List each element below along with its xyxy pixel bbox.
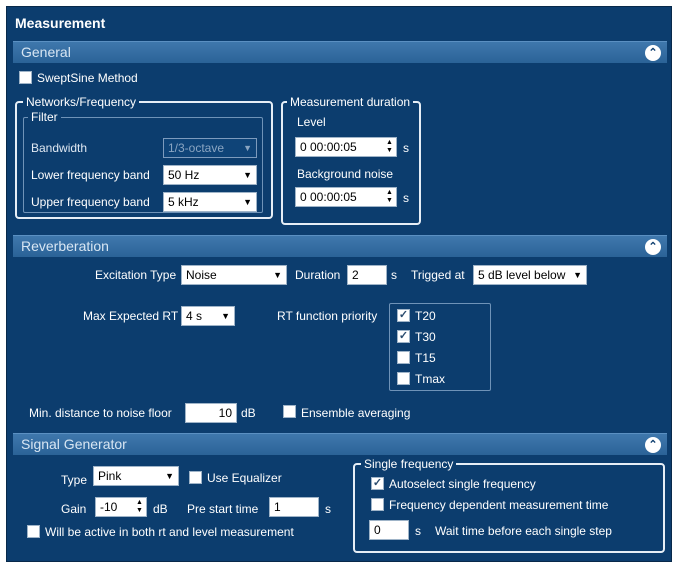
pre-start-time-input[interactable]: 1 bbox=[269, 497, 319, 517]
rt-tmax-checkbox[interactable] bbox=[397, 372, 410, 385]
max-expected-rt-value: 4 s bbox=[186, 309, 203, 323]
level-duration-stepper[interactable]: 0 00:00:05 ▲ ▼ bbox=[295, 137, 397, 157]
wait-time-input[interactable]: 0 bbox=[369, 520, 409, 540]
signal-type-value: Pink bbox=[98, 469, 122, 483]
section-header-general[interactable]: General ⌃ bbox=[13, 41, 667, 63]
excitation-type-value: Noise bbox=[186, 268, 217, 282]
frequency-dependent-time-label: Frequency dependent measurement time bbox=[389, 498, 609, 512]
active-both-checkbox[interactable] bbox=[27, 525, 40, 538]
gain-stepper[interactable]: -10 ▲ ▼ bbox=[95, 497, 147, 517]
rt-function-priority-label: RT function priority bbox=[277, 309, 378, 323]
gain-unit: dB bbox=[153, 502, 168, 516]
section-title-signal-generator: Signal Generator bbox=[21, 436, 127, 452]
upper-frequency-select[interactable]: 5 kHz ▼ bbox=[163, 192, 257, 212]
section-title-reverberation: Reverberation bbox=[21, 238, 109, 254]
trigged-at-select[interactable]: 5 dB level below ▼ bbox=[473, 265, 587, 285]
excitation-type-dropdown-icon[interactable]: ▼ bbox=[273, 266, 282, 284]
use-equalizer-checkbox[interactable] bbox=[189, 471, 202, 484]
pre-start-time-unit: s bbox=[325, 502, 331, 516]
max-expected-rt-select[interactable]: 4 s ▼ bbox=[181, 306, 235, 326]
trigged-at-dropdown-icon[interactable]: ▼ bbox=[573, 266, 582, 284]
level-label: Level bbox=[297, 115, 326, 129]
rt-t15-checkbox[interactable] bbox=[397, 351, 410, 364]
sweptsine-label: SweptSine Method bbox=[37, 71, 138, 85]
active-both-label: Will be active in both rt and level meas… bbox=[45, 525, 294, 539]
bandwidth-dropdown-icon: ▼ bbox=[243, 143, 252, 153]
wait-time-label: Wait time before each single step bbox=[435, 524, 612, 538]
section-header-reverberation[interactable]: Reverberation ⌃ bbox=[13, 235, 667, 257]
gain-label: Gain bbox=[61, 502, 87, 516]
single-frequency-legend: Single frequency bbox=[361, 457, 457, 471]
background-noise-stepper[interactable]: 0 00:00:05 ▲ ▼ bbox=[295, 187, 397, 207]
section-title-general: General bbox=[21, 44, 71, 60]
rt-t15-label: T15 bbox=[415, 351, 436, 365]
networks-frequency-legend: Networks/Frequency bbox=[23, 95, 140, 109]
trigged-at-value: 5 dB level below bbox=[478, 268, 566, 282]
duration-label: Duration bbox=[295, 268, 341, 282]
pre-start-time-label: Pre start time bbox=[187, 502, 259, 516]
filter-legend: Filter bbox=[28, 110, 61, 124]
level-duration-value: 0 00:00:05 bbox=[300, 140, 357, 154]
spin-updown-icon[interactable]: ▲ ▼ bbox=[385, 139, 394, 155]
bandwidth-value: 1/3-octave bbox=[168, 141, 225, 155]
lower-frequency-dropdown-icon[interactable]: ▼ bbox=[243, 166, 252, 184]
upper-frequency-dropdown-icon[interactable]: ▼ bbox=[243, 193, 252, 211]
measurement-duration-legend: Measurement duration bbox=[287, 95, 414, 109]
wait-time-unit: s bbox=[415, 524, 421, 538]
ensemble-averaging-checkbox[interactable] bbox=[283, 405, 296, 418]
lower-frequency-label: Lower frequency band bbox=[31, 168, 150, 182]
background-noise-label: Background noise bbox=[297, 167, 394, 181]
type-label: Type bbox=[61, 473, 88, 487]
use-equalizer-label: Use Equalizer bbox=[207, 471, 282, 485]
rt-t20-label: T20 bbox=[415, 309, 436, 323]
rt-t20-checkbox[interactable]: ✓ bbox=[397, 309, 410, 322]
bandwidth-label: Bandwidth bbox=[31, 141, 88, 155]
rt-t30-label: T30 bbox=[415, 330, 436, 344]
background-noise-value: 0 00:00:05 bbox=[300, 190, 357, 204]
collapse-reverberation-icon[interactable]: ⌃ bbox=[645, 239, 661, 255]
measurement-panel: Measurement General ⌃ SweptSine Method N… bbox=[6, 6, 672, 562]
ensemble-averaging-label: Ensemble averaging bbox=[301, 406, 411, 420]
min-distance-label: Min. distance to noise floor bbox=[29, 406, 172, 420]
frequency-dependent-time-checkbox[interactable] bbox=[371, 498, 384, 511]
rt-tmax-label: Tmax bbox=[415, 372, 445, 386]
panel-title: Measurement bbox=[15, 15, 106, 31]
max-expected-rt-label: Max Expected RT bbox=[83, 309, 179, 323]
upper-frequency-value: 5 kHz bbox=[168, 195, 199, 209]
min-distance-input[interactable]: 10 bbox=[185, 403, 237, 423]
collapse-signal-generator-icon[interactable]: ⌃ bbox=[645, 437, 661, 453]
signal-type-select[interactable]: Pink ▼ bbox=[93, 466, 179, 486]
upper-frequency-label: Upper frequency band bbox=[31, 195, 150, 209]
autoselect-single-frequency-label: Autoselect single frequency bbox=[389, 477, 536, 491]
autoselect-single-frequency-checkbox[interactable]: ✓ bbox=[371, 477, 384, 490]
excitation-type-label: Excitation Type bbox=[95, 268, 177, 282]
signal-type-dropdown-icon[interactable]: ▼ bbox=[165, 467, 174, 485]
duration-input[interactable]: 2 bbox=[347, 265, 387, 285]
spin-updown-icon[interactable]: ▲ ▼ bbox=[135, 499, 144, 515]
bandwidth-select: 1/3-octave ▼ bbox=[163, 138, 257, 158]
background-noise-unit: s bbox=[403, 191, 409, 205]
min-distance-unit: dB bbox=[241, 406, 256, 420]
collapse-general-icon[interactable]: ⌃ bbox=[645, 45, 661, 61]
lower-frequency-value: 50 Hz bbox=[168, 168, 200, 182]
spin-updown-icon[interactable]: ▲ ▼ bbox=[385, 189, 394, 205]
rt-t30-checkbox[interactable]: ✓ bbox=[397, 330, 410, 343]
gain-value: -10 bbox=[100, 500, 118, 514]
max-expected-rt-dropdown-icon[interactable]: ▼ bbox=[221, 307, 230, 325]
duration-unit: s bbox=[391, 268, 397, 282]
section-header-signal-generator[interactable]: Signal Generator ⌃ bbox=[13, 433, 667, 455]
level-unit: s bbox=[403, 141, 409, 155]
sweptsine-checkbox[interactable] bbox=[19, 71, 32, 84]
trigged-at-label: Trigged at bbox=[411, 268, 465, 282]
excitation-type-select[interactable]: Noise ▼ bbox=[181, 265, 287, 285]
lower-frequency-select[interactable]: 50 Hz ▼ bbox=[163, 165, 257, 185]
